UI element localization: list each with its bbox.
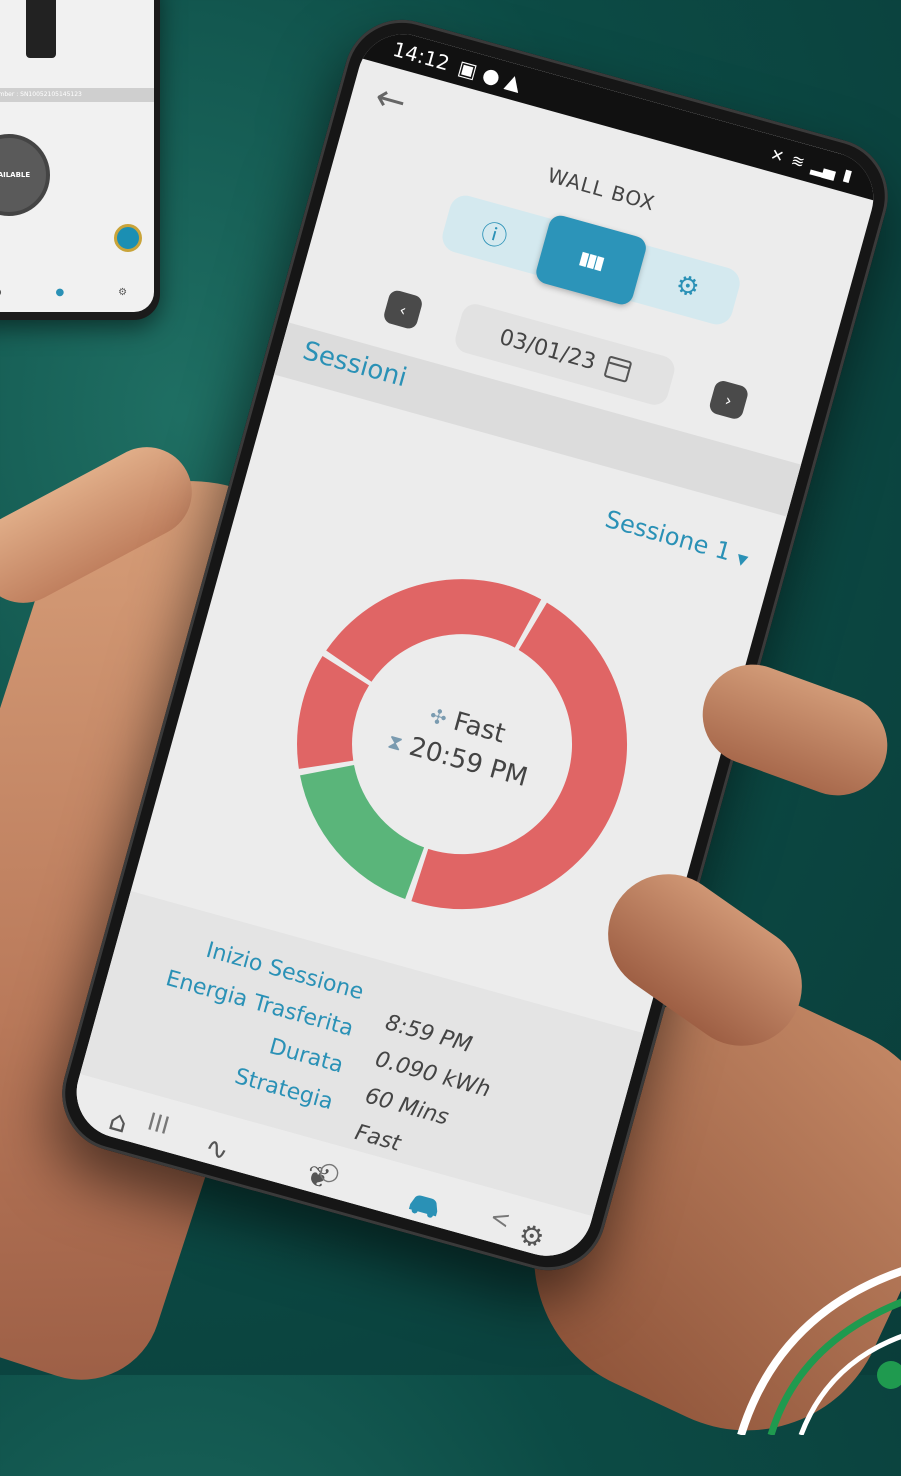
- status-bar: 14:12 ▣ ● ▲ ✕ ≋ ▂▄ ▮: [361, 23, 884, 201]
- caret-down-icon: ▼: [734, 551, 750, 570]
- chevron-right-icon: ›: [723, 389, 735, 410]
- tab-settings[interactable]: ⚙: [632, 245, 744, 328]
- signal-icon: ▂▄: [809, 155, 839, 181]
- status-time: 14:12: [390, 36, 453, 76]
- section-title: Sessioni: [299, 335, 411, 394]
- tab-info[interactable]: ⓘ: [439, 192, 551, 275]
- back-button[interactable]: <: [487, 1202, 514, 1234]
- chevron-left-icon: ‹: [397, 299, 409, 320]
- battery-icon: ▮: [841, 164, 855, 185]
- bar-chart-icon: ▮▮▮: [576, 246, 606, 274]
- gear-icon: ⚙: [672, 269, 703, 305]
- mute-icon: ✕: [768, 144, 787, 166]
- calendar-icon: [603, 355, 633, 384]
- date-value: 03/01/23: [496, 324, 599, 375]
- brand-logo: [737, 1267, 901, 1435]
- car-icon[interactable]: ●: [56, 287, 65, 298]
- donut-segment-2: [300, 764, 425, 900]
- mini-bottom-nav: ● ● ⚙: [0, 282, 154, 302]
- wallbox-device-image: [26, 0, 56, 58]
- info-icon: ⓘ: [477, 217, 511, 254]
- tab-stats[interactable]: ▮▮▮: [533, 212, 649, 308]
- session-dropdown[interactable]: Sessione 1 ▼: [602, 505, 752, 571]
- next-date-button[interactable]: ›: [707, 378, 750, 421]
- background-phone-screen: Serial number : SN10052105145123 AVAILAB…: [0, 0, 154, 312]
- prev-date-button[interactable]: ‹: [382, 288, 424, 331]
- background-phone: Serial number : SN10052105145123 AVAILAB…: [0, 0, 160, 320]
- serial-number-bar: Serial number : SN10052105145123: [0, 88, 154, 102]
- leaf-icon[interactable]: ●: [0, 287, 2, 298]
- home-button[interactable]: ○: [316, 1155, 344, 1188]
- recents-button[interactable]: III: [144, 1107, 172, 1140]
- hourglass-icon: ⧗: [385, 728, 406, 756]
- charge-fab-icon[interactable]: [114, 224, 142, 252]
- wifi-icon: ≋: [789, 149, 808, 172]
- gear-icon[interactable]: ⚙: [118, 287, 127, 298]
- available-status-button[interactable]: AVAILABLE: [0, 134, 50, 216]
- session-dropdown-value: Sessione 1: [602, 504, 735, 567]
- fan-icon: ✣: [427, 703, 450, 731]
